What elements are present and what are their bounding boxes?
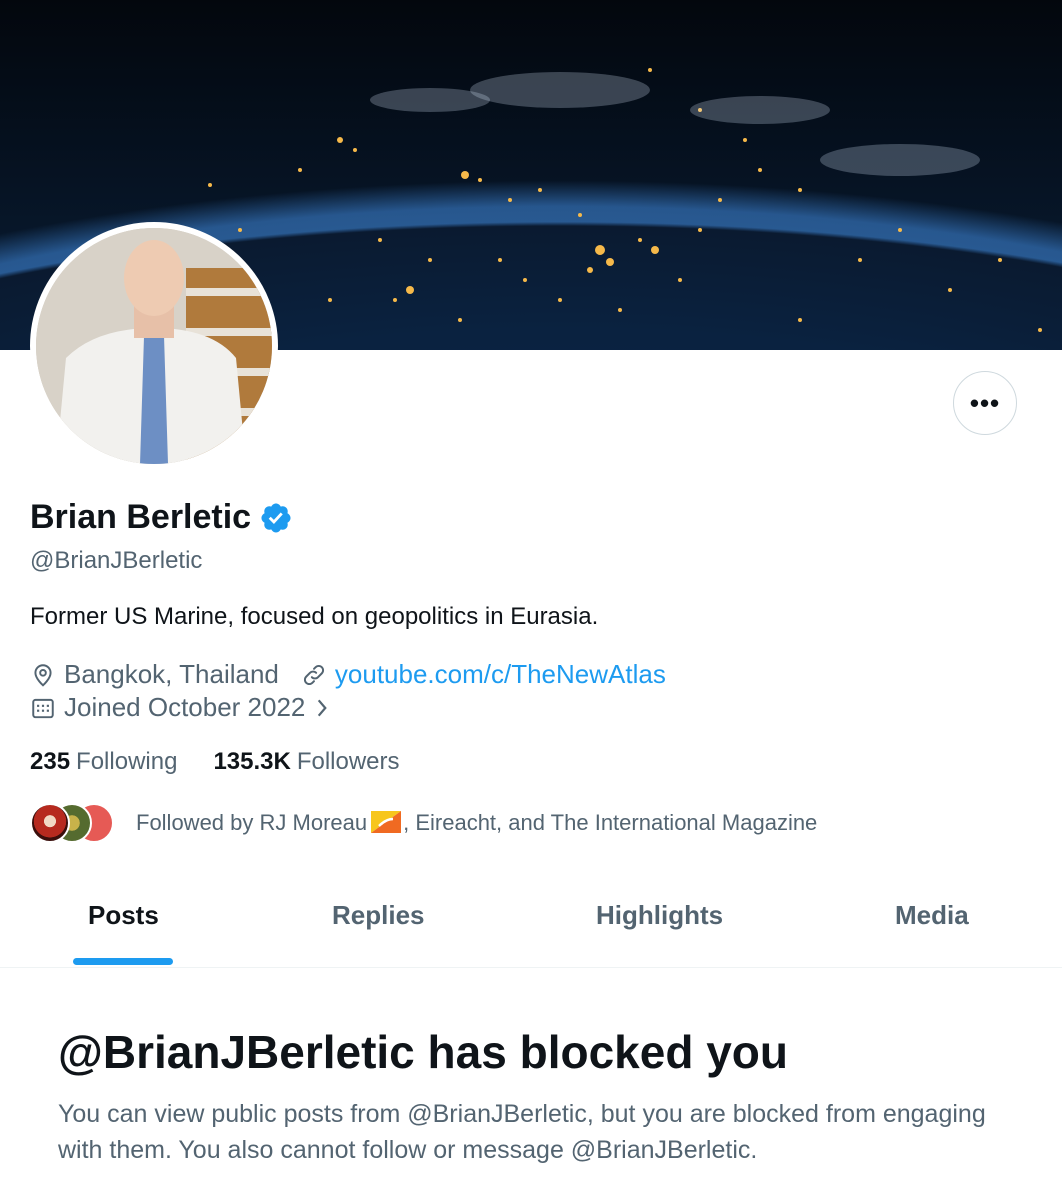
profile-name-row: Brian Berletic — [30, 498, 293, 537]
profile-avatar[interactable] — [30, 222, 278, 470]
follower-avatar — [30, 803, 70, 843]
location-text: Bangkok, Thailand — [64, 659, 279, 689]
profile-handle: @BrianJBerletic — [30, 547, 203, 574]
followed-by-suffix: , Eireacht, and The International Magazi… — [403, 810, 818, 835]
location-icon — [34, 663, 52, 687]
followed-by-text: Followed by RJ Moreau , Eireacht, and Th… — [136, 810, 817, 836]
following-stat[interactable]: 235 Following — [30, 748, 177, 776]
profile-meta-row: Bangkok, Thailand youtube.com/c/TheNewAt… — [30, 659, 688, 690]
website-link[interactable]: youtube.com/c/TheNewAtlas — [335, 659, 666, 690]
tab-highlights[interactable]: Highlights — [596, 900, 723, 931]
location-item: Bangkok, Thailand — [30, 659, 279, 690]
tab-posts[interactable]: Posts — [88, 900, 159, 931]
bhutan-flag-icon — [371, 811, 402, 833]
profile-joined-row: Joined October 2022 — [30, 692, 353, 723]
website-item[interactable]: youtube.com/c/TheNewAtlas — [301, 659, 666, 690]
followers-stat[interactable]: 135.3K Followers — [213, 748, 399, 776]
verified-badge-icon[interactable] — [259, 501, 293, 535]
follow-stats: 235 Following 135.3K Followers — [30, 748, 436, 776]
profile-bio: Former US Marine, focused on geopolitics… — [30, 603, 599, 630]
joined-item[interactable]: Joined October 2022 — [30, 692, 331, 723]
followers-label: Followers — [296, 748, 400, 775]
follower-avatars — [30, 803, 114, 843]
more-icon: ••• — [969, 388, 1001, 418]
followers-count: 135.3K — [213, 748, 291, 775]
following-label: Following — [76, 748, 178, 775]
profile-name: Brian Berletic — [30, 498, 252, 536]
followed-by-prefix: Followed by RJ Moreau — [136, 810, 368, 835]
joined-text: Joined October 2022 — [64, 692, 306, 722]
chevron-right-icon — [318, 699, 328, 716]
blocked-message: You can view public posts from @BrianJBe… — [58, 1100, 986, 1164]
following-count: 235 — [30, 748, 71, 775]
tab-replies[interactable]: Replies — [332, 900, 425, 931]
blocked-title: @BrianJBerletic has blocked you — [58, 1026, 788, 1078]
tab-media[interactable]: Media — [895, 900, 969, 931]
active-tab-indicator — [73, 958, 173, 965]
followed-by-row[interactable]: Followed by RJ Moreau , Eireacht, and Th… — [30, 803, 817, 843]
calendar-icon — [32, 698, 54, 718]
link-icon — [303, 664, 324, 685]
more-options-button[interactable]: ••• — [953, 371, 1017, 435]
profile-tabs: Posts Replies Highlights Media — [0, 870, 1062, 968]
